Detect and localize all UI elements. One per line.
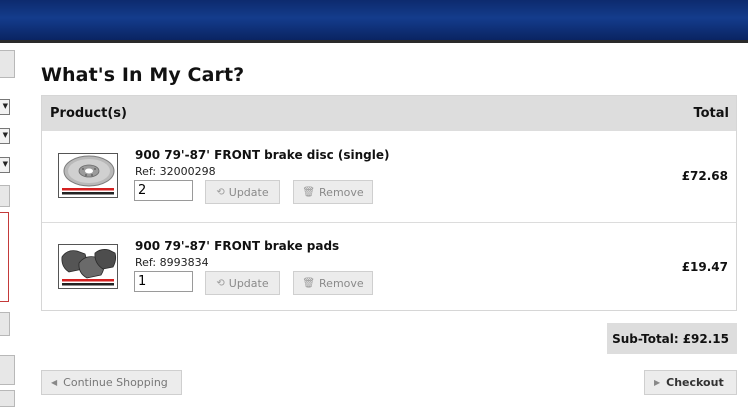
sidebar-button[interactable] xyxy=(0,355,15,385)
trash-icon: 🗑 xyxy=(302,186,316,198)
sidebar-dropdown[interactable]: ▼ xyxy=(0,157,10,173)
cart-table: Product(s) Total 900 79'-87' FRONT brake… xyxy=(41,95,737,311)
subtotal-box: Sub-Total: £92.15 xyxy=(607,323,737,354)
sidebar-button[interactable] xyxy=(0,390,15,407)
arrow-right-icon: ▶ xyxy=(654,378,661,387)
subtotal-label: Sub-Total: xyxy=(612,331,679,346)
sidebar-dropdown[interactable]: ▼ xyxy=(0,99,10,115)
sidebar-button[interactable] xyxy=(0,312,10,336)
line-total: £72.68 xyxy=(681,169,728,183)
sidebar-panel xyxy=(0,212,9,302)
trash-icon: 🗑 xyxy=(302,277,316,289)
cart-header-row: Product(s) Total xyxy=(42,96,736,131)
cart-item-row: 900 79'-87' FRONT brake pads Ref: 899383… xyxy=(42,223,736,313)
update-button-label: Update xyxy=(228,185,269,199)
product-name[interactable]: 900 79'-87' FRONT brake disc (single) xyxy=(135,148,390,162)
sidebar-button[interactable] xyxy=(0,50,15,78)
checkout-label: Checkout xyxy=(666,376,724,389)
remove-button[interactable]: 🗑 Remove xyxy=(293,271,373,295)
sidebar-dropdown[interactable]: ▼ xyxy=(0,128,10,144)
refresh-icon: ⟲ xyxy=(216,186,225,198)
cart-item-row: 900 79'-87' FRONT brake disc (single) Re… xyxy=(42,132,736,223)
product-ref: Ref: 8993834 xyxy=(135,256,209,269)
chevron-down-icon: ▼ xyxy=(2,160,8,168)
line-total: £19.47 xyxy=(681,260,728,274)
refresh-icon: ⟲ xyxy=(216,277,225,289)
update-button-label: Update xyxy=(228,276,269,290)
remove-button[interactable]: 🗑 Remove xyxy=(293,180,373,204)
page-title: What's In My Cart? xyxy=(41,64,245,86)
column-header-total: Total xyxy=(693,106,729,121)
chevron-down-icon: ▼ xyxy=(2,102,8,110)
update-button[interactable]: ⟲ Update xyxy=(205,180,280,204)
brake-disc-icon xyxy=(59,154,117,197)
remove-button-label: Remove xyxy=(319,185,364,199)
product-name[interactable]: 900 79'-87' FRONT brake pads xyxy=(135,239,339,253)
continue-shopping-label: Continue Shopping xyxy=(63,376,168,389)
product-thumbnail[interactable] xyxy=(58,153,118,198)
update-button[interactable]: ⟲ Update xyxy=(205,271,280,295)
remove-button-label: Remove xyxy=(319,276,364,290)
quantity-input[interactable] xyxy=(134,271,193,292)
checkout-button[interactable]: ▶ Checkout xyxy=(644,370,737,395)
product-thumbnail[interactable] xyxy=(58,244,118,289)
column-header-product: Product(s) xyxy=(50,106,127,121)
banner-divider xyxy=(0,40,748,43)
brake-pads-icon xyxy=(59,245,117,288)
site-banner xyxy=(0,0,748,40)
arrow-left-icon: ◀ xyxy=(51,378,58,387)
chevron-down-icon: ▼ xyxy=(2,131,8,139)
sidebar-button[interactable] xyxy=(0,185,10,207)
subtotal-value: £92.15 xyxy=(682,331,729,346)
product-ref: Ref: 32000298 xyxy=(135,165,216,178)
continue-shopping-button[interactable]: ◀ Continue Shopping xyxy=(41,370,182,395)
quantity-input[interactable] xyxy=(134,180,193,201)
